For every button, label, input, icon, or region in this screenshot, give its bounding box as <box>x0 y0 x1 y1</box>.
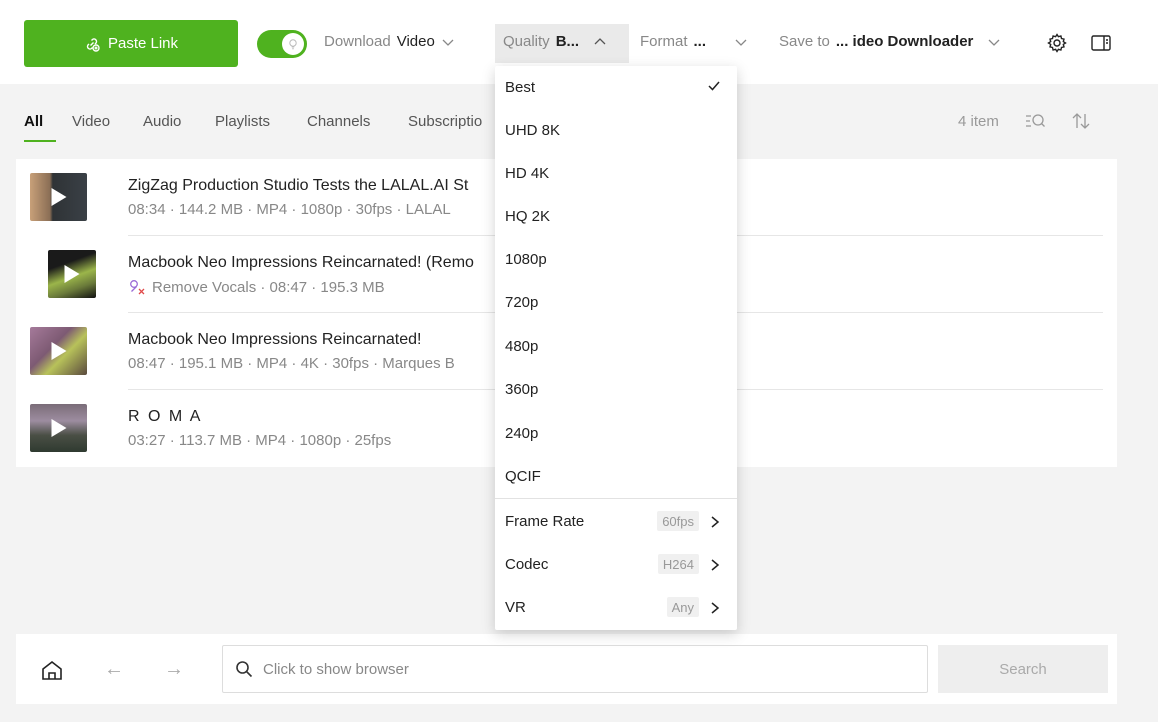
forward-arrow-icon[interactable]: → <box>164 658 184 681</box>
item-title: Macbook Neo Impressions Reincarnated! <box>128 331 422 348</box>
chevron-down-icon <box>988 39 1000 46</box>
item-meta: Remove Vocals · 08:47 · 195.3 MB <box>128 278 385 296</box>
checkmark-icon <box>708 81 720 91</box>
quality-dropdown-menu: Best UHD 8K HD 4K HQ 2K 1080p 720p 480p … <box>495 66 737 630</box>
download-value: Video <box>396 33 435 50</box>
option-label: HQ 2K <box>505 208 551 225</box>
remove-vocals-icon <box>130 280 145 295</box>
play-icon <box>64 265 80 283</box>
panel-toggle-button[interactable] <box>1090 32 1112 54</box>
quality-option-qcif[interactable]: QCIF <box>495 455 737 498</box>
link-plus-icon <box>86 37 100 52</box>
chevron-right-icon <box>711 516 720 528</box>
item-meta: 08:47 · 195.1 MB · MP4 · 4K · 30fps · Ma… <box>128 355 455 372</box>
chevron-right-icon <box>711 602 720 614</box>
codec-submenu[interactable]: Codec H264 <box>495 543 737 586</box>
smart-mode-toggle[interactable] <box>257 30 307 58</box>
option-label: 1080p <box>505 251 547 268</box>
item-meta: 03:27 · 113.7 MB · MP4 · 1080p · 25fps <box>128 432 392 449</box>
vr-badge: Any <box>666 597 699 617</box>
item-meta: 08:34 · 144.2 MB · MP4 · 1080p · 30fps ·… <box>128 201 451 218</box>
option-label: Best <box>505 79 536 96</box>
video-thumbnail <box>48 250 96 298</box>
chevron-right-icon <box>711 559 720 571</box>
save-to-label: Save to <box>779 33 830 50</box>
sort-icon[interactable] <box>1070 110 1092 132</box>
option-label: 480p <box>505 338 539 355</box>
option-label: 720p <box>505 294 539 311</box>
chevron-down-icon <box>735 39 747 46</box>
home-icon[interactable] <box>40 658 64 682</box>
video-thumbnail <box>30 404 87 452</box>
quality-label: Quality <box>503 33 550 50</box>
quality-option-240p[interactable]: 240p <box>495 412 737 455</box>
quality-option-hd-4k[interactable]: HD 4K <box>495 152 737 195</box>
paste-link-button[interactable]: Paste Link <box>24 20 238 67</box>
lightbulb-icon <box>289 39 297 50</box>
format-value: ... <box>693 33 707 50</box>
format-label: Format <box>640 33 688 50</box>
search-list-icon[interactable] <box>1024 110 1046 132</box>
save-to-value: ... ideo Downloader <box>835 33 974 50</box>
download-type-dropdown[interactable]: Download Video <box>324 33 455 50</box>
quality-dropdown[interactable]: Quality B... <box>503 33 607 50</box>
browser-bar: ← → Click to show browser Search <box>16 634 1117 704</box>
submenu-label: Codec <box>505 556 549 573</box>
tab-channels[interactable]: Channels <box>307 113 370 130</box>
save-to-dropdown[interactable]: Save to ... ideo Downloader <box>779 33 1001 50</box>
item-title: ZigZag Production Studio Tests the LALAL… <box>128 177 469 194</box>
video-thumbnail <box>30 173 87 221</box>
item-title: R O M A <box>128 408 203 425</box>
back-arrow-icon[interactable]: ← <box>104 658 124 681</box>
quality-option-480p[interactable]: 480p <box>495 325 737 368</box>
submenu-label: Frame Rate <box>505 513 585 530</box>
tab-playlists[interactable]: Playlists <box>215 113 270 130</box>
play-icon <box>51 419 66 437</box>
video-thumbnail <box>30 327 87 375</box>
quality-value: B... <box>555 33 580 50</box>
paste-link-label: Paste Link <box>107 35 179 52</box>
option-label: QCIF <box>505 468 541 485</box>
codec-badge: H264 <box>657 554 699 574</box>
option-label: HD 4K <box>505 165 550 182</box>
browser-url-input[interactable]: Click to show browser <box>222 645 928 693</box>
active-tab-indicator <box>24 140 56 142</box>
tab-all[interactable]: All <box>24 113 43 130</box>
tab-audio[interactable]: Audio <box>143 113 181 130</box>
play-icon <box>51 342 66 360</box>
play-icon <box>51 188 66 206</box>
search-button[interactable]: Search <box>938 645 1108 693</box>
url-placeholder: Click to show browser <box>263 660 409 678</box>
tab-subscriptions[interactable]: Subscriptio <box>408 113 482 130</box>
quality-option-best[interactable]: Best <box>495 66 737 109</box>
item-meta-text: Remove Vocals · 08:47 · 195.3 MB <box>152 278 385 296</box>
quality-option-720p[interactable]: 720p <box>495 281 737 324</box>
search-icon <box>236 661 253 678</box>
format-dropdown[interactable]: Format ... <box>640 33 748 50</box>
gear-icon <box>1047 33 1067 53</box>
settings-button[interactable] <box>1046 32 1068 54</box>
submenu-label: VR <box>505 599 526 616</box>
quality-option-uhd-8k[interactable]: UHD 8K <box>495 109 737 152</box>
quality-option-360p[interactable]: 360p <box>495 368 737 411</box>
option-label: 360p <box>505 381 539 398</box>
frame-rate-badge: 60fps <box>657 511 699 531</box>
vr-submenu[interactable]: VR Any <box>495 586 737 629</box>
tab-video[interactable]: Video <box>72 113 110 130</box>
sidebar-panel-icon <box>1091 35 1111 51</box>
toggle-knob <box>282 33 304 55</box>
quality-option-hq-2k[interactable]: HQ 2K <box>495 195 737 238</box>
frame-rate-submenu[interactable]: Frame Rate 60fps <box>495 500 737 543</box>
download-label: Download <box>324 33 391 50</box>
item-count: 4 item <box>958 113 999 130</box>
menu-divider <box>495 498 737 499</box>
item-title: Macbook Neo Impressions Reincarnated! (R… <box>128 254 474 271</box>
chevron-up-icon <box>594 37 606 44</box>
quality-option-1080p[interactable]: 1080p <box>495 238 737 281</box>
chevron-down-icon <box>442 39 454 46</box>
option-label: UHD 8K <box>505 122 561 139</box>
option-label: 240p <box>505 425 539 442</box>
